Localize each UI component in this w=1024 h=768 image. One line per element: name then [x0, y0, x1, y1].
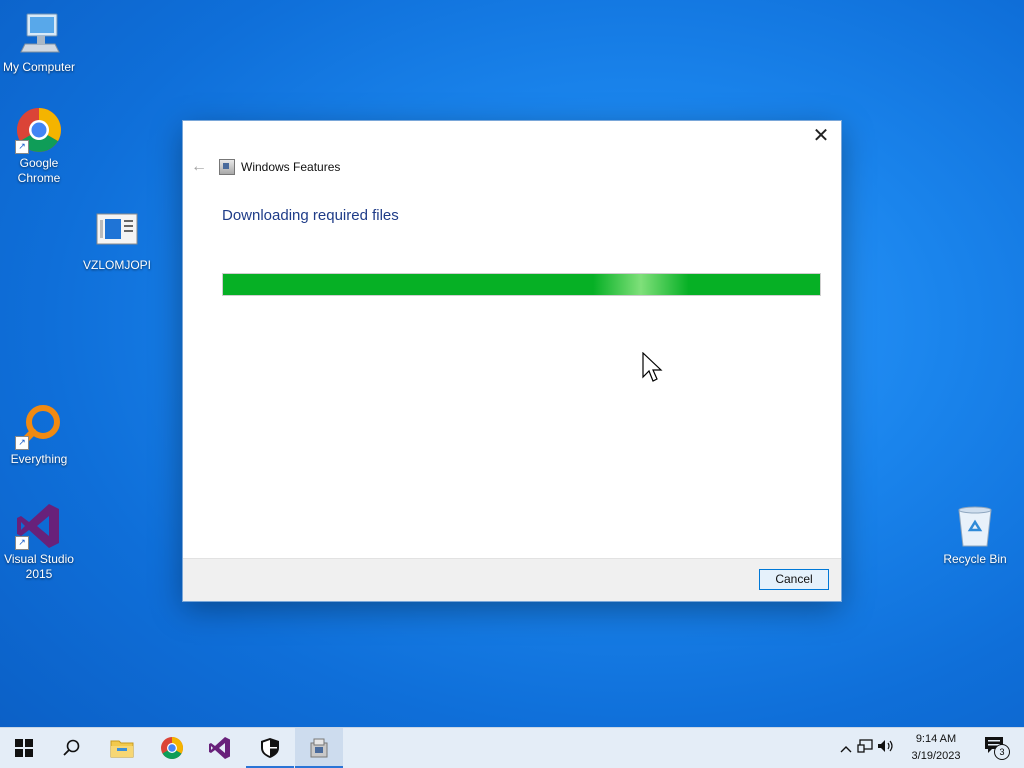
search-button[interactable]	[48, 728, 96, 768]
taskbar-security[interactable]	[246, 728, 294, 768]
cancel-button[interactable]: Cancel	[759, 569, 829, 590]
system-clock[interactable]: 9:14 AM 3/19/2023	[906, 731, 966, 765]
clock-date: 3/19/2023	[911, 750, 961, 762]
back-arrow-icon[interactable]: ←	[191, 158, 209, 176]
close-button[interactable]: ✕	[811, 126, 831, 147]
start-button[interactable]	[0, 728, 48, 768]
dialog-footer: Cancel	[183, 558, 841, 601]
windows-features-icon	[219, 159, 235, 175]
desktop-icon-visual-studio[interactable]: ↗ Visual Studio 2015	[0, 502, 79, 582]
progress-fill	[223, 274, 820, 295]
shortcut-arrow-icon: ↗	[15, 436, 29, 450]
document-icon	[93, 208, 141, 256]
dialog-heading: Downloading required files	[222, 207, 399, 224]
chrome-icon	[161, 737, 183, 759]
taskbar-file-explorer[interactable]	[98, 728, 146, 768]
everything-icon: ↗	[15, 402, 63, 450]
recycle-bin-icon	[951, 502, 999, 550]
desktop-icon-recycle-bin[interactable]: Recycle Bin	[935, 502, 1015, 567]
download-progress-bar	[222, 273, 821, 296]
show-hidden-icons-chevron-icon[interactable]	[838, 741, 854, 756]
desktop-icon-label: Recycle Bin	[943, 552, 1007, 566]
desktop-icon-label: Everything	[10, 452, 68, 466]
desktop-icon-everything[interactable]: ↗ Everything	[0, 402, 79, 467]
window-title: Windows Features	[241, 160, 341, 174]
start-icon	[15, 739, 33, 757]
visual-studio-icon	[209, 737, 230, 759]
mouse-cursor-icon	[642, 352, 663, 382]
desktop-icon-google-chrome[interactable]: ↗ Google Chrome	[0, 106, 79, 186]
system-tray	[838, 728, 896, 768]
desktop-icon-label: My Computer	[2, 60, 76, 74]
dialog-header: ← Windows Features	[191, 157, 340, 177]
chrome-icon: ↗	[15, 106, 63, 154]
volume-icon[interactable]	[876, 739, 896, 758]
file-explorer-icon	[110, 740, 134, 758]
search-icon	[63, 739, 80, 756]
taskbar-visual-studio[interactable]	[196, 728, 244, 768]
windows-features-dialog: ✕ ← Windows Features Downloading require…	[183, 121, 841, 601]
network-icon[interactable]	[854, 738, 876, 758]
desktop-icon-my-computer[interactable]: My Computer	[0, 10, 79, 75]
taskbar: 9:14 AM 3/19/2023 3	[0, 727, 1024, 768]
desktop-icon-label: Visual Studio 2015	[4, 552, 74, 581]
desktop-icon-label: VZLOMJOPI	[82, 258, 151, 272]
security-icon	[261, 738, 279, 758]
notification-count-badge: 3	[994, 744, 1010, 760]
shortcut-arrow-icon: ↗	[15, 140, 29, 154]
taskbar-windows-features[interactable]	[295, 728, 343, 768]
windows-features-icon	[310, 738, 328, 758]
action-center-button[interactable]: 3	[984, 736, 1010, 760]
desktop-icon-label: Google Chrome	[17, 156, 61, 185]
clock-time: 9:14 AM	[915, 733, 957, 745]
desktop-icon-vzlomjopi[interactable]: VZLOMJOPI	[77, 208, 157, 273]
computer-icon	[15, 10, 63, 58]
visual-studio-icon: ↗	[15, 502, 63, 550]
taskbar-chrome[interactable]	[148, 728, 196, 768]
shortcut-arrow-icon: ↗	[15, 536, 29, 550]
